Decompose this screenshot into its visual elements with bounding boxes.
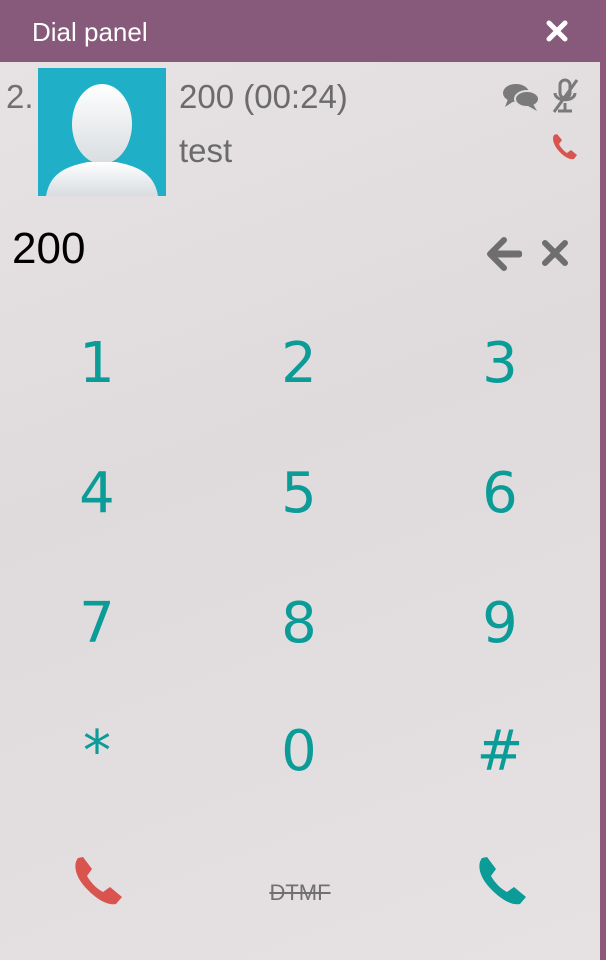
key-star[interactable]: * <box>17 696 177 806</box>
chat-icon[interactable] <box>502 82 540 112</box>
hangup-icon[interactable] <box>550 132 580 162</box>
key-4[interactable]: 4 <box>17 438 177 548</box>
key-7[interactable]: 7 <box>17 568 177 678</box>
avatar <box>38 68 166 196</box>
call-contact-name: test <box>179 132 233 169</box>
key-1[interactable]: 1 <box>17 308 177 418</box>
user-silhouette-icon <box>46 84 158 196</box>
hangup-button[interactable] <box>70 854 126 910</box>
key-hash[interactable]: # <box>420 696 580 806</box>
dial-number-input[interactable] <box>12 224 472 274</box>
call-button[interactable] <box>474 854 530 910</box>
clear-icon[interactable] <box>540 238 570 268</box>
call-number-duration: 200 (00:24) <box>179 78 348 115</box>
key-3[interactable]: 3 <box>420 308 580 418</box>
call-index: 2. <box>6 78 34 115</box>
dial-panel-header: Dial panel <box>0 0 600 62</box>
backspace-icon[interactable] <box>486 236 522 272</box>
dial-panel: Dial panel 2. 200 (00:24) test 200 1 2 3… <box>0 0 606 960</box>
key-5[interactable]: 5 <box>219 438 379 548</box>
dtmf-toggle[interactable]: DTMF <box>240 880 360 906</box>
key-8[interactable]: 8 <box>219 568 379 678</box>
close-icon[interactable] <box>544 18 570 44</box>
mic-muted-icon[interactable] <box>550 78 580 114</box>
key-2[interactable]: 2 <box>219 308 379 418</box>
key-6[interactable]: 6 <box>420 438 580 548</box>
panel-title: Dial panel <box>32 17 148 47</box>
key-0[interactable]: 0 <box>219 696 379 806</box>
key-9[interactable]: 9 <box>420 568 580 678</box>
active-call-row[interactable]: 2. 200 (00:24) test <box>0 62 600 202</box>
